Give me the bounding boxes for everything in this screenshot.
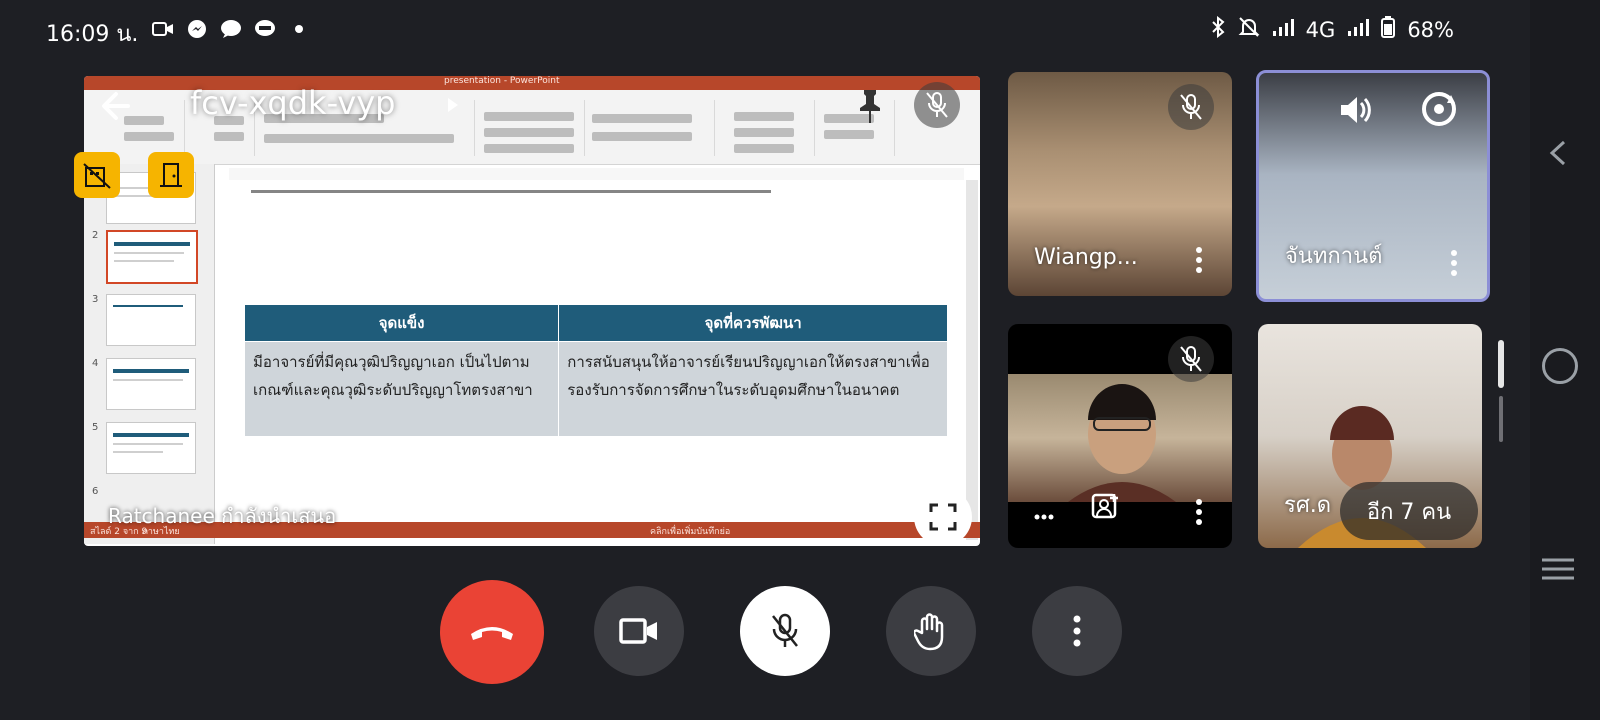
slide-title-partial (251, 176, 771, 193)
pin-icon[interactable] (854, 88, 886, 124)
slide-canvas: จุดแข็ง จุดที่ควรพัฒนา มีอาจารย์ที่มีคุณ… (229, 180, 964, 546)
participant-tile-active[interactable]: จันทกานต์ (1256, 70, 1490, 302)
back-arrow-icon[interactable] (96, 86, 136, 126)
slide-thumb[interactable] (106, 294, 196, 346)
status-bar: 16:09 น. 4G 68% (0, 0, 1600, 64)
tiles-scrollbar-thumb[interactable] (1498, 340, 1504, 388)
signal-icon (1272, 17, 1294, 42)
line-app-icon (254, 18, 276, 40)
video-camera-icon (619, 618, 657, 644)
participant-video (1008, 374, 1232, 502)
tiles-scrollbar-track (1499, 396, 1503, 442)
mic-off-icon (772, 613, 798, 647)
presentation-view[interactable]: presentation - PowerPoint 2 3 4 5 6 จุดแ… (84, 76, 980, 546)
participant-name: จันทกานต์ (1285, 244, 1383, 269)
slide-thumb-active[interactable] (106, 230, 198, 284)
video-call-icon (152, 18, 174, 40)
more-people-button[interactable]: อีก 7 คน (1340, 482, 1478, 540)
call-controls (0, 580, 1600, 686)
microphone-button[interactable] (740, 586, 830, 676)
thumb-number: 6 (92, 486, 99, 497)
meeting-code[interactable]: fcv-xqdk-vyp (190, 84, 395, 122)
more-vert-icon[interactable] (1196, 498, 1202, 526)
switch-camera-icon[interactable] (1417, 89, 1461, 133)
presentation-overlay: fcv-xqdk-vyp (84, 76, 980, 136)
speaker-icon[interactable] (1339, 93, 1375, 131)
nav-home-icon[interactable] (1542, 348, 1578, 384)
mic-off-icon (1168, 84, 1214, 130)
table-cell: มีอาจารย์ที่มีคุณวุฒิปริญญาเอก เป็นไปตาม… (243, 341, 560, 437)
mic-off-icon (1168, 336, 1214, 382)
more-vert-icon[interactable] (1196, 246, 1202, 274)
status-time: 16:09 น. (46, 22, 139, 47)
presenter-label: Ratchanee กำลังนำเสนอ (108, 504, 337, 528)
participant-name: รศ.ด (1284, 493, 1332, 518)
nav-back-icon[interactable] (1544, 138, 1574, 168)
door-icon[interactable] (148, 152, 194, 198)
slide-thumbnails: 2 3 4 5 6 (84, 164, 215, 544)
messenger-icon (186, 18, 208, 40)
add-reaction-icon[interactable] (1090, 492, 1120, 526)
bluetooth-icon (1210, 15, 1226, 43)
table-cell: การสนับสนุนให้อาจารย์เรียนปริญญาเอกให้ตร… (558, 341, 948, 437)
table-header: จุดแข็ง (243, 304, 560, 342)
thumb-number: 2 (92, 230, 99, 241)
slide-thumb[interactable] (106, 358, 196, 410)
participant-tile[interactable] (1008, 324, 1232, 548)
signal-icon-2 (1347, 17, 1370, 42)
phone-hangup-icon (471, 627, 513, 640)
system-navigation (1530, 0, 1600, 720)
thumb-number: 5 (92, 422, 99, 433)
fullscreen-button[interactable] (914, 488, 972, 546)
slide-table: จุดแข็ง จุดที่ควรพัฒนา มีอาจารย์ที่มีคุณ… (243, 304, 948, 437)
bell-muted-icon (1238, 16, 1260, 43)
chevron-right-icon[interactable] (448, 98, 458, 112)
hand-icon (914, 613, 944, 651)
mic-off-icon (914, 82, 960, 128)
notification-dot-icon (288, 18, 310, 40)
notes-hint: คลิกเพื่อเพิ่มบันทึกย่อ (650, 527, 731, 537)
no-building-icon[interactable] (74, 152, 120, 198)
system-status: 4G 68% (1210, 15, 1454, 43)
network-type: 4G (1305, 17, 1336, 42)
more-horiz-icon[interactable] (1034, 501, 1054, 526)
end-call-button[interactable] (440, 580, 544, 684)
nav-recent-icon[interactable] (1542, 556, 1574, 582)
fullscreen-icon (929, 503, 957, 531)
battery-percent: 68% (1407, 17, 1454, 42)
more-vert-icon[interactable] (1451, 249, 1457, 277)
more-options-button[interactable] (1032, 586, 1122, 676)
slide-thumb[interactable] (106, 422, 196, 474)
participant-tile[interactable]: Wiangp... (1008, 72, 1232, 296)
thumb-number: 3 (92, 294, 99, 305)
participant-name: Wiangp... (1034, 245, 1138, 270)
table-row: มีอาจารย์ที่มีคุณวุฒิปริญญาเอก เป็นไปตาม… (243, 341, 948, 437)
table-header: จุดที่ควรพัฒนา (558, 304, 948, 342)
raise-hand-button[interactable] (886, 586, 976, 676)
ppt-vertical-scrollbar (966, 180, 978, 540)
battery-icon (1381, 16, 1396, 43)
notification-icons (152, 18, 310, 40)
more-vert-icon (1073, 615, 1081, 647)
camera-button[interactable] (594, 586, 684, 676)
thumb-number: 4 (92, 358, 99, 369)
chat-bubble-icon (220, 18, 242, 40)
